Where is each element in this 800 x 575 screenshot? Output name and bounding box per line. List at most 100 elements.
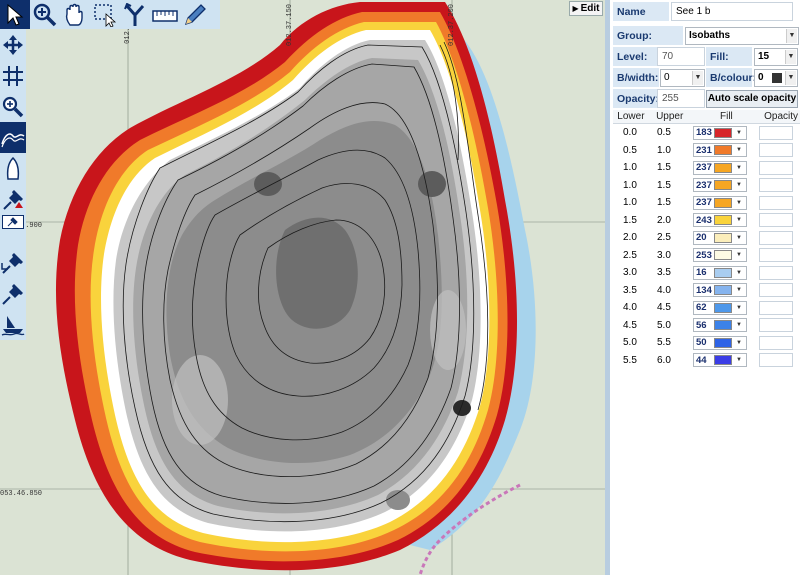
edit-button[interactable]: ▶ Edit [569,1,603,16]
table-row[interactable]: 2.0 2.5 20 ▼ [613,229,800,247]
boat-icon[interactable] [0,153,26,184]
route-split-icon[interactable] [120,0,150,29]
move-arrows-icon[interactable] [0,29,26,60]
opacity-input[interactable] [759,178,793,193]
column-header-lower: Lower [617,111,645,122]
fill-color-dropdown[interactable]: 134 ▼ [693,283,747,298]
fill-code: 183 [696,127,712,139]
pushpin-icon[interactable] [0,278,26,309]
fill-cell: 231 ▼ [693,143,755,158]
fill-swatch [714,285,732,296]
column-header-upper: Upper [656,111,684,122]
map-canvas[interactable]: 012.37.00 012.37.150 012.37.200 053.46.9… [0,0,605,575]
left-toolbar [0,29,26,340]
fill-color-dropdown[interactable]: 56 ▼ [693,318,747,333]
zoom-in-icon[interactable] [30,0,60,29]
opacity-input[interactable] [759,213,793,228]
table-row[interactable]: 1.5 2.0 243 ▼ [613,212,800,230]
table-row[interactable]: 2.5 3.0 253 ▼ [613,247,800,265]
lower-value: 3.5 [623,284,637,296]
fill-code: 231 [696,144,712,156]
fill-code: 56 [696,319,707,331]
table-row[interactable]: 3.0 3.5 16 ▼ [613,264,800,282]
fill-color-dropdown[interactable]: 20 ▼ [693,230,747,245]
opacity-input[interactable] [759,160,793,175]
boat-dock-icon[interactable] [0,309,26,340]
fill-swatch [714,215,732,226]
table-row[interactable]: 4.0 4.5 62 ▼ [613,299,800,317]
toolbar-separator [0,229,26,247]
table-header: Lower Upper Fill Opacity [613,110,800,124]
opacity-input[interactable] [759,300,793,315]
fill-color-dropdown[interactable]: 183 ▼ [693,125,747,140]
grid-icon[interactable] [0,60,26,91]
pin-tool-icon[interactable] [0,184,26,215]
auto-scale-opacity-button[interactable]: Auto scale opacity [706,89,798,108]
name-field[interactable]: See 1 b [671,2,793,21]
opacity-input[interactable] [759,248,793,263]
fill-code: 16 [696,267,707,279]
select-area-icon[interactable] [90,0,120,29]
table-row[interactable]: 5.5 6.0 44 ▼ [613,352,800,370]
group-label: Group: [613,26,683,45]
fill-cell: 20 ▼ [693,230,755,245]
opacity-input[interactable] [759,230,793,245]
fill-color-dropdown[interactable]: 237 ▼ [693,178,747,193]
opacity-input[interactable] [759,353,793,368]
zoom-magnifier-icon[interactable] [0,91,26,122]
contour-map-icon[interactable] [0,122,26,153]
group-dropdown[interactable]: Isobaths ▼ [685,26,799,45]
lower-value: 1.0 [623,197,637,209]
select-arrow-icon[interactable] [0,0,30,29]
fill-color-dropdown[interactable]: 237 ▼ [693,195,747,210]
table-row[interactable]: 5.0 5.5 50 ▼ [613,334,800,352]
table-row[interactable]: 1.0 1.5 237 ▼ [613,177,800,195]
pen-icon[interactable] [180,0,210,29]
chevron-down-icon: ▼ [736,339,742,346]
fill-label: Fill: [706,47,752,66]
opacity-input[interactable] [759,143,793,158]
bcolour-label: B/colour: [706,68,756,87]
fill-color-dropdown[interactable]: 44 ▼ [693,353,747,368]
small-pin-icon[interactable] [2,215,24,229]
opacity-input[interactable] [759,125,793,140]
upper-value: 4.5 [657,302,671,314]
name-label: Name [613,2,669,21]
chevron-down-icon: ▼ [736,182,742,189]
chevron-down-icon: ▼ [736,147,742,154]
fill-swatch [714,267,732,278]
fill-color-dropdown[interactable]: 16 ▼ [693,265,747,280]
opacity-input[interactable] [759,195,793,210]
fill-color-dropdown[interactable]: 237 ▼ [693,160,747,175]
opacity-input[interactable] [759,265,793,280]
fill-color-dropdown[interactable]: 231 ▼ [693,143,747,158]
upper-value: 2.5 [657,232,671,244]
lower-value: 2.5 [623,249,637,261]
resize-pin-icon[interactable] [0,247,26,278]
chevron-down-icon: ▼ [736,164,742,171]
opacity-field[interactable]: 255 [657,89,705,108]
lower-value: 5.0 [623,337,637,349]
ruler-icon[interactable] [150,0,180,29]
fill-color-dropdown[interactable]: 62 ▼ [693,300,747,315]
fill-code: 237 [696,197,712,209]
fill-dropdown[interactable]: 15 ▼ [754,47,798,66]
upper-value: 1.5 [657,162,671,174]
table-row[interactable]: 0.0 0.5 183 ▼ [613,124,800,142]
table-row[interactable]: 4.5 5.0 56 ▼ [613,317,800,335]
table-row[interactable]: 1.0 1.5 237 ▼ [613,194,800,212]
table-row[interactable]: 0.5 1.0 231 ▼ [613,142,800,160]
table-row[interactable]: 1.0 1.5 237 ▼ [613,159,800,177]
fill-color-dropdown[interactable]: 253 ▼ [693,248,747,263]
fill-color-dropdown[interactable]: 243 ▼ [693,213,747,228]
fill-color-dropdown[interactable]: 50 ▼ [693,335,747,350]
fill-swatch [714,145,732,156]
opacity-input[interactable] [759,318,793,333]
table-row[interactable]: 3.5 4.0 134 ▼ [613,282,800,300]
opacity-input[interactable] [759,283,793,298]
level-field[interactable]: 70 [657,47,705,66]
pan-hand-icon[interactable] [60,0,90,29]
bwidth-dropdown[interactable]: 0 ▼ [660,68,705,87]
opacity-input[interactable] [759,335,793,350]
bcolour-dropdown[interactable]: 0 ▼ [754,68,798,87]
